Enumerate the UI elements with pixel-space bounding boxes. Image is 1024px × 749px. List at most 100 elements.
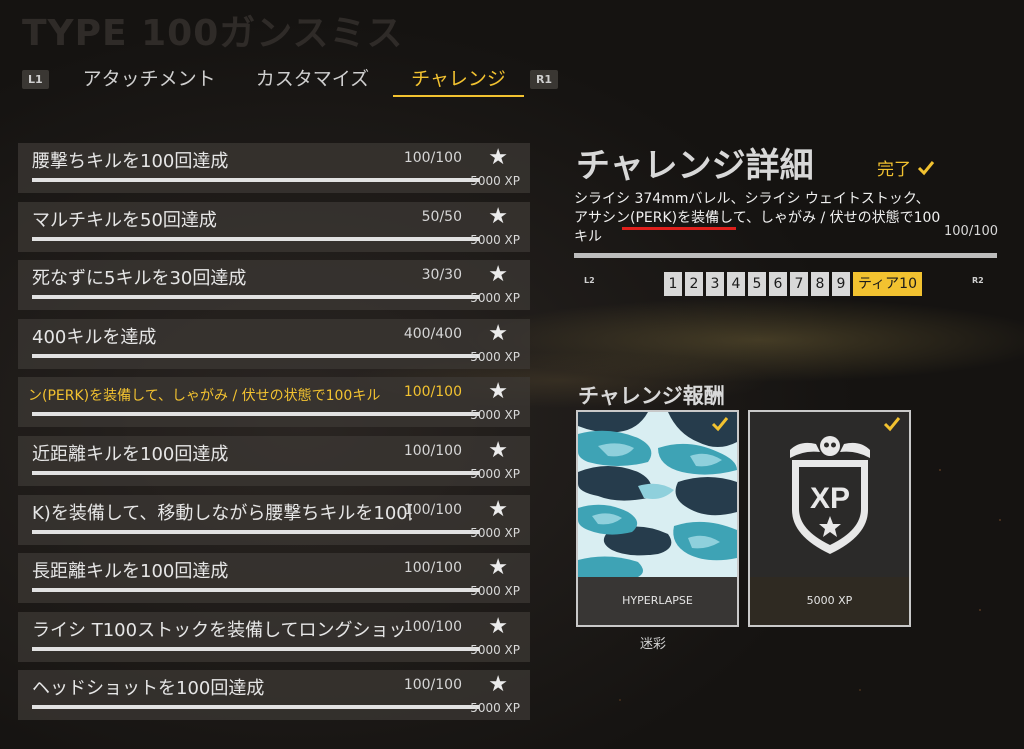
- challenge-row[interactable]: 死なずに5キルを30回達成 30/30 ★ 5000 XP: [18, 260, 530, 311]
- challenge-label: ン(PERK)を装備して、しゃがみ / 伏せの状態で100キル: [28, 388, 381, 405]
- challenge-progress-fill: [32, 353, 480, 358]
- challenge-label: K)を装備して、移動しながら腰撃ちキルを100回達成: [32, 502, 412, 524]
- tier-7[interactable]: 7: [790, 272, 808, 296]
- challenge-progress: 50/50: [421, 208, 462, 225]
- camo-swatch: [578, 412, 737, 577]
- challenge-progress-bar: [32, 178, 480, 182]
- tier-8[interactable]: 8: [811, 272, 829, 296]
- challenge-progress-fill: [32, 412, 480, 417]
- challenge-description: シライシ 374mmバレル、シライシ ウェイトストック、アサシン(PERK)を装…: [574, 191, 941, 245]
- tab-attachments[interactable]: アタッチメント: [69, 64, 230, 94]
- challenge-row[interactable]: 近距離キルを100回達成 100/100 ★ 5000 XP: [18, 435, 530, 486]
- tab-bar: L1 アタッチメント カスタマイズ チャレンジ R1: [22, 62, 559, 97]
- tier-6[interactable]: 6: [769, 272, 787, 296]
- challenge-progress-fill: [32, 178, 480, 182]
- checkmark-icon: [711, 417, 729, 432]
- tier-5[interactable]: 5: [748, 272, 766, 296]
- challenge-progress-bar: [32, 236, 480, 241]
- star-icon: ★: [488, 437, 508, 463]
- challenge-progress-bar: [32, 646, 480, 651]
- detail-progress-bar: [574, 253, 997, 258]
- challenge-progress-fill: [32, 236, 480, 241]
- challenge-xp: 5000 XP: [470, 232, 520, 247]
- challenge-progress: 100/100: [403, 560, 462, 577]
- status-badge: 完了: [877, 155, 935, 180]
- challenge-progress-bar: [32, 470, 480, 475]
- challenge-progress-bar: [32, 412, 480, 417]
- xp-badge-icon: XP: [750, 412, 909, 577]
- challenge-progress: 100/100: [403, 677, 462, 694]
- challenge-label: 長距離キルを100回達成: [32, 561, 229, 583]
- tab-customize[interactable]: カスタマイズ: [242, 64, 383, 94]
- challenge-row[interactable]: ン(PERK)を装備して、しゃがみ / 伏せの状態で100キル 100/100 ★ 5…: [18, 377, 530, 428]
- l1-key-hint[interactable]: L1: [22, 69, 49, 89]
- tier-selector: 1 2 3 4 5 6 7 8 9 ティア10: [664, 272, 922, 296]
- challenge-xp: 5000 XP: [470, 466, 520, 481]
- challenge-row[interactable]: ヘッドショットを100回達成 100/100 ★ 5000 XP: [18, 670, 530, 721]
- tier-3[interactable]: 3: [706, 272, 724, 296]
- checkmark-icon: [917, 160, 935, 175]
- challenge-xp: 5000 XP: [470, 701, 520, 716]
- reward-card-camo[interactable]: HYPERLAPSE: [576, 410, 739, 627]
- challenge-progress-fill: [32, 705, 480, 710]
- challenge-progress-bar: [32, 353, 480, 358]
- challenge-progress-fill: [32, 470, 480, 475]
- l2-key-hint[interactable]: L2: [584, 276, 595, 285]
- challenge-row[interactable]: K)を装備して、移動しながら腰撃ちキルを100回達成100/100 ★ 5000 X…: [18, 494, 530, 545]
- challenge-row[interactable]: 長距離キルを100回達成 100/100 ★ 5000 XP: [18, 553, 530, 604]
- challenge-progress: 100/100: [403, 618, 462, 635]
- challenge-row[interactable]: 400キルを達成 400/400 ★ 5000 XP: [18, 318, 530, 369]
- tier-2[interactable]: 2: [685, 272, 703, 296]
- challenge-progress: 100/100: [403, 150, 462, 166]
- challenge-progress-fill: [32, 529, 480, 534]
- detail-progress-text: 100/100: [944, 224, 999, 239]
- highlight-underline: [622, 227, 736, 230]
- star-icon: ★: [488, 379, 508, 405]
- tier-10[interactable]: ティア10: [853, 272, 922, 296]
- reward-label: HYPERLAPSE: [578, 577, 737, 625]
- reward-sublabel: 迷彩: [640, 637, 667, 652]
- challenge-row[interactable]: ライシ T100ストックを装備してロングショットキルを100/100 ★ 5000 …: [18, 611, 530, 662]
- reward-label: 5000 XP: [750, 577, 909, 625]
- challenge-progress: 400/400: [403, 325, 462, 342]
- tier-nav: L2 1 2 3 4 5 6 7 8 9 ティア10 R2: [574, 272, 997, 296]
- tab-challenges[interactable]: チャレンジ: [393, 64, 524, 97]
- detail-title: チャレンジ詳細: [576, 146, 814, 186]
- status-label: 完了: [877, 160, 911, 180]
- challenge-list: 腰撃ちキルを100回達成 100/100 ★ 5000 XP マルチキルを50回達成 50…: [18, 143, 530, 729]
- challenge-xp: 5000 XP: [470, 291, 520, 306]
- challenge-label: 死なずに5キルを30回達成: [32, 268, 247, 290]
- challenge-xp: 5000 XP: [470, 349, 520, 364]
- challenge-progress-fill: [32, 295, 480, 300]
- challenge-xp: 5000 XP: [470, 584, 520, 599]
- r1-key-hint[interactable]: R1: [529, 69, 559, 89]
- challenge-xp: 5000 XP: [470, 525, 520, 540]
- r2-key-hint[interactable]: R2: [972, 276, 984, 285]
- star-icon: ★: [488, 672, 508, 698]
- challenge-xp: 5000 XP: [470, 642, 520, 657]
- challenge-progress-bar: [32, 705, 480, 710]
- challenge-progress-bar: [32, 588, 480, 593]
- challenge-label: 400キルを達成: [32, 326, 157, 348]
- challenge-label: 腰撃ちキルを100回達成: [32, 151, 229, 172]
- challenge-label: ライシ T100ストックを装備してロングショットキルを: [32, 619, 412, 641]
- challenge-progress: 100/100: [403, 442, 462, 459]
- tier-9[interactable]: 9: [832, 272, 850, 296]
- challenge-progress-bar: [32, 529, 480, 534]
- star-icon: ★: [488, 262, 508, 288]
- challenge-row[interactable]: 腰撃ちキルを100回達成 100/100 ★ 5000 XP: [18, 143, 530, 193]
- tier-1[interactable]: 1: [664, 272, 682, 296]
- challenge-progress: 100/100: [403, 501, 462, 518]
- tier-4[interactable]: 4: [727, 272, 745, 296]
- challenge-xp: 5000 XP: [470, 408, 520, 423]
- challenge-label: マルチキルを50回達成: [32, 209, 217, 231]
- page-title: TYPE 100ガンスミス: [22, 13, 404, 54]
- challenge-progress-bar: [32, 295, 480, 300]
- challenge-label: 近距離キルを100回達成: [32, 443, 229, 465]
- reward-card-xp[interactable]: XP 5000 XP: [748, 410, 911, 627]
- challenge-progress-fill: [32, 588, 480, 593]
- star-icon: ★: [488, 145, 508, 170]
- challenge-progress: 30/30: [421, 267, 462, 284]
- challenge-row[interactable]: マルチキルを50回達成 50/50 ★ 5000 XP: [18, 201, 530, 252]
- challenge-progress-fill: [32, 646, 480, 651]
